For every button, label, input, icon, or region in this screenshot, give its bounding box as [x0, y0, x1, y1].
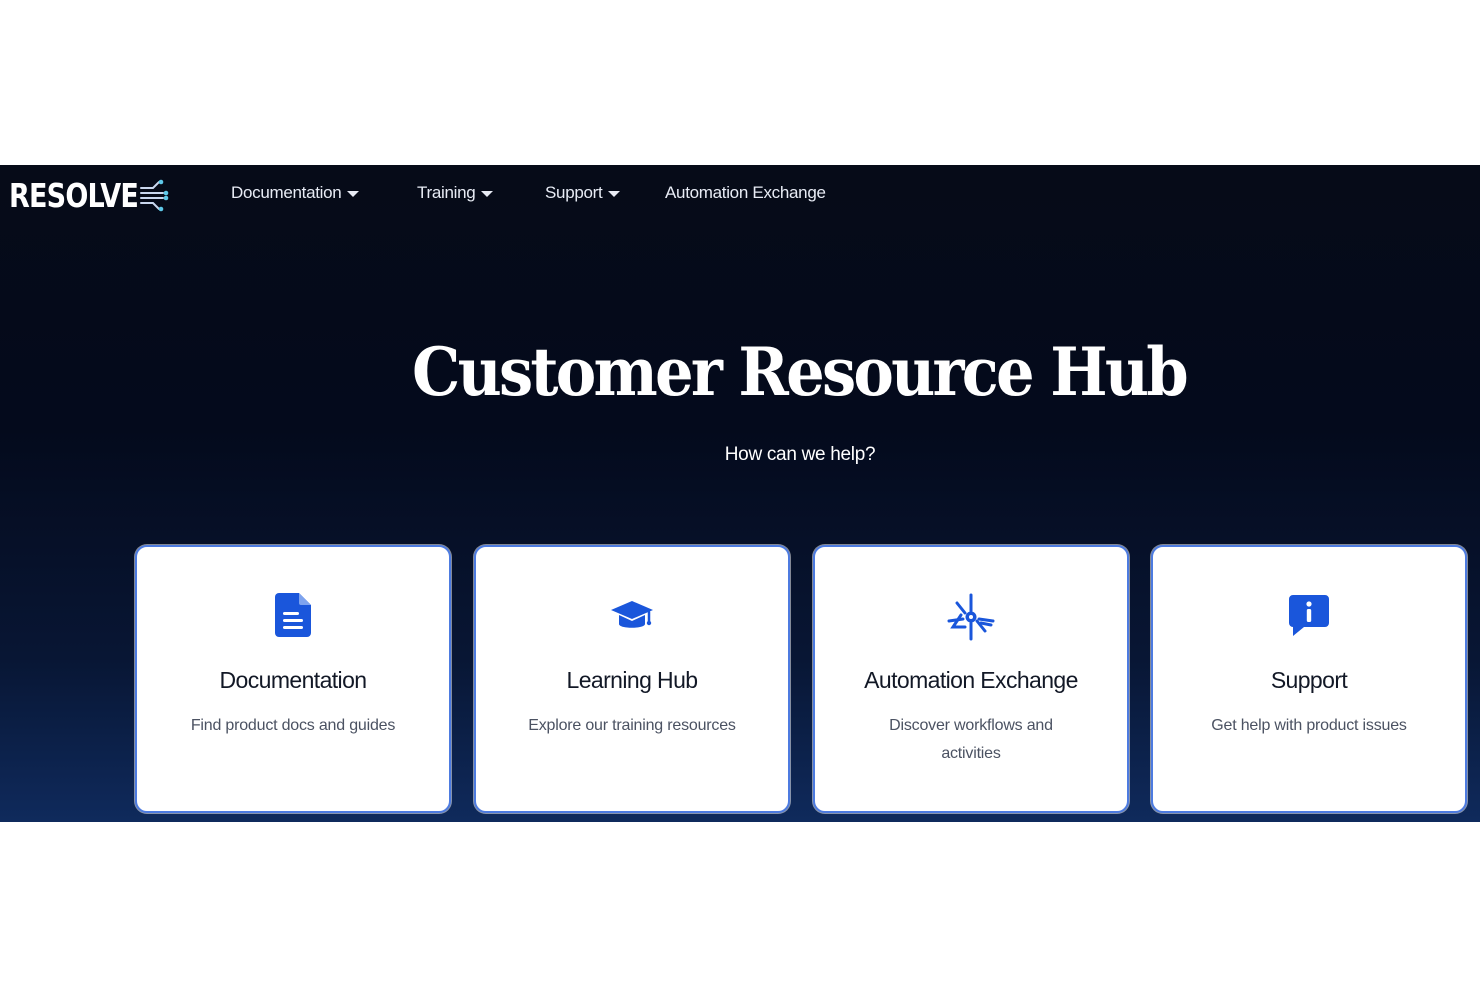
top-navbar: RESOLVE Documentation Training Support A… [0, 165, 1480, 225]
info-message-icon [1289, 595, 1329, 636]
card-automation-exchange-title: Automation Exchange [864, 667, 1078, 693]
card-documentation[interactable]: Documentation Find product docs and guid… [135, 545, 451, 813]
page-title: Customer Resource Hub [412, 333, 1189, 411]
nav-automation-exchange-label: Automation Exchange [665, 183, 826, 202]
card-learning-hub-description: Explore our training resources [528, 717, 736, 734]
card-learning-hub[interactable]: Learning Hub Explore our training resour… [474, 545, 790, 813]
graduation-cap-icon [611, 601, 653, 628]
circuit-arrows-icon [140, 179, 169, 212]
nav-support[interactable]: Support [545, 183, 621, 203]
card-documentation-description: Find product docs and guides [190, 717, 396, 734]
caret-down-icon [608, 191, 621, 197]
caret-down-icon [481, 191, 494, 197]
page-subtitle: How can we help? [724, 444, 876, 465]
resolve-logo[interactable]: RESOLVE [9, 175, 171, 215]
nav-automation-exchange[interactable]: Automation Exchange [665, 183, 826, 203]
document-icon [275, 593, 311, 637]
card-automation-exchange[interactable]: Automation Exchange Discover workflows a… [813, 545, 1129, 813]
nav-documentation-label: Documentation [231, 183, 342, 202]
card-support-title: Support [1270, 667, 1348, 693]
card-automation-exchange-description: Discover workflows and activities [889, 717, 1053, 762]
hero-section: RESOLVE Documentation Training Support A… [0, 165, 1480, 822]
caret-down-icon [347, 191, 360, 197]
card-support[interactable]: Support Get help with product issues [1151, 545, 1467, 813]
nav-support-label: Support [545, 183, 603, 202]
card-documentation-title: Documentation [219, 667, 368, 693]
nav-training-label: Training [417, 183, 476, 202]
nav-training[interactable]: Training [417, 183, 494, 203]
nav-documentation[interactable]: Documentation [231, 183, 360, 203]
card-support-description: Get help with product issues [1211, 717, 1407, 734]
card-learning-hub-title: Learning Hub [566, 667, 699, 693]
automation-hub-icon [947, 593, 995, 641]
logo-text: RESOLVE [9, 175, 139, 215]
